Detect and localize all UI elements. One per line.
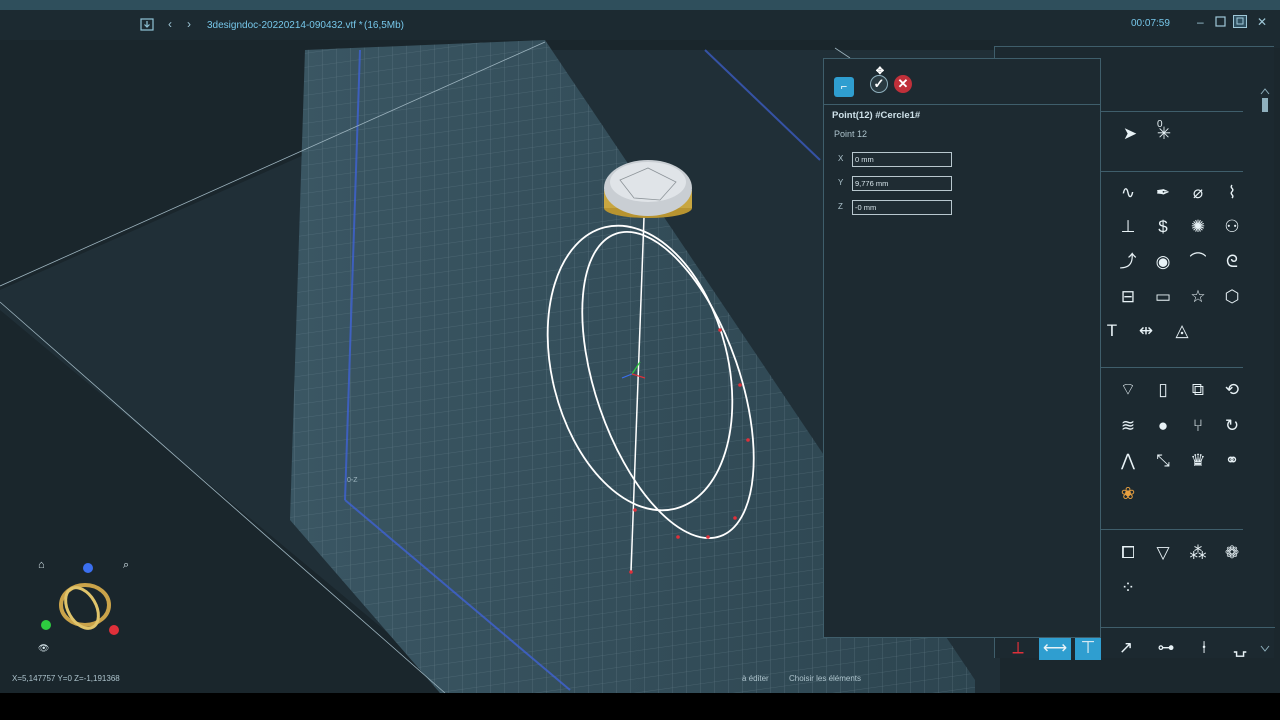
text-icon[interactable]: T [1099,317,1125,343]
validate-button[interactable]: ✓ [870,75,888,93]
origin-axes-icon[interactable]: 0 ✳ [1151,120,1177,146]
section-icon[interactable]: ⌀ [1185,179,1211,205]
grid-array-icon[interactable]: ⁂ [1185,539,1211,565]
anchor-icon[interactable]: ⍽ [1227,634,1253,660]
zoom-icon[interactable]: ⌕ [123,559,129,572]
sweep-icon[interactable]: ⧉ [1185,376,1211,402]
cancel-button[interactable]: ✕ [894,75,912,93]
node-curve-icon[interactable]: ⤴ [1115,248,1141,274]
y-label: Y [838,178,844,187]
restore-icon[interactable] [1233,15,1247,31]
revolve-icon[interactable]: ⟲ [1219,376,1245,402]
dollar-curve-icon[interactable]: $ [1150,213,1176,239]
loft-icon[interactable]: ⌔ [1115,376,1141,402]
sheet-icon[interactable]: ▯ [1150,376,1176,402]
point-dialog: ⌐ ✓ ✥ ✕ Point(12) #Cercle1# Point 12 X 0… [823,58,1101,638]
hexagon-icon[interactable]: ⬡ [1219,283,1245,309]
forward-icon[interactable]: › [187,17,191,31]
session-timer: 00:07:59 [1131,18,1170,29]
import-icon[interactable]: ⇹ [1133,317,1159,343]
z-label: Z [838,202,843,211]
maximize-icon[interactable] [1215,16,1226,30]
file-size: (16,5Mb) [364,20,405,31]
status-hint-select: Choisir les éléments [789,674,862,683]
x-field[interactable]: 0 mm [852,152,952,167]
minimize-icon[interactable]: – [1197,15,1204,29]
curve-icon[interactable]: ∿ [1115,179,1141,205]
diagonal-icon[interactable]: ⤡ [1150,447,1176,473]
path-array-icon[interactable]: ⁘ [1115,574,1141,600]
cursor-coordinates: X=5,147757 Y=0 Z=-1,191368 [12,674,120,683]
pin-icon[interactable]: ⍿ [1191,634,1217,660]
segment-points-icon[interactable]: ⊶ [1153,634,1179,660]
rectangle-icon[interactable]: ▭ [1150,283,1176,309]
x-coordinate-row: X 0 mm [838,152,958,167]
x-label: X [838,154,844,163]
application-window: ‹ › 3designdoc-20220214-090432.vtf * (16… [0,0,1280,693]
origin-label: 0 [1157,119,1163,130]
plane-label: 0-Z [347,477,358,484]
point-mode-button[interactable]: ⌐ [834,77,854,97]
z-coordinate-row: Z -0 mm [838,200,958,215]
star-icon[interactable]: ☆ [1185,283,1211,309]
panel-icon[interactable]: ⊟ [1115,283,1141,309]
select-arrow-icon[interactable]: ➤ [1117,120,1143,146]
drop-icon[interactable]: ◬ [1169,317,1195,343]
bottom-black-strip [0,693,1280,720]
status-hint-edit: à éditer [742,674,769,683]
visibility-icon[interactable]: 👁 [38,643,49,654]
sphere-icon[interactable]: ● [1150,412,1176,438]
save-icon[interactable] [140,17,154,34]
close-icon[interactable]: ✕ [1257,15,1267,29]
back-icon[interactable]: ‹ [168,17,172,31]
z-field[interactable]: -0 mm [852,200,952,215]
circle-points-icon[interactable]: ◉ [1150,248,1176,274]
ring-icon[interactable]: ⚇ [1219,213,1245,239]
dialog-toolbar: ⌐ ✓ ✥ ✕ [824,59,1100,105]
bounding-box-icon[interactable]: ⧠ [1115,539,1141,565]
line-icon[interactable]: ↗ [1113,634,1139,660]
spiral-icon[interactable]: ᘓ [1219,248,1245,274]
palette-scrollbar[interactable] [1260,88,1270,654]
move-icon[interactable]: ✥ [874,65,886,77]
pen-icon[interactable]: ✒ [1150,179,1176,205]
y-coordinate-row: Y 9,776 mm [838,176,958,191]
arc-icon[interactable]: ⌒ [1185,248,1211,274]
rail-icon[interactable]: ⊥ [1115,213,1141,239]
wave-icon[interactable]: ≋ [1115,412,1141,438]
boolean-icon[interactable]: ⚭ [1219,447,1245,473]
dialog-subtitle: Point 12 [834,129,868,139]
branch-icon[interactable]: ⑂ [1185,412,1211,438]
gem-tool-icon[interactable]: ✺ [1185,213,1211,239]
dialog-title: Point(12) #Cercle1# [832,110,921,121]
circular-array-icon[interactable]: ❁ [1219,539,1245,565]
color-icon[interactable]: ❀ [1115,480,1141,506]
crown-icon[interactable]: ♛ [1185,447,1211,473]
profile-icon[interactable]: ⌇ [1219,179,1245,205]
tent-icon[interactable]: ⋀ [1115,447,1141,473]
status-bar: X=5,147757 Y=0 Z=-1,191368 à éditer Choi… [0,670,1280,693]
home-icon[interactable]: ⌂ [38,559,45,571]
mirror-icon[interactable]: ▽ [1150,539,1176,565]
y-field[interactable]: 9,776 mm [852,176,952,191]
rotate-icon[interactable]: ↻ [1219,412,1245,438]
file-name: 3designdoc-20220214-090432.vtf * [207,20,363,31]
